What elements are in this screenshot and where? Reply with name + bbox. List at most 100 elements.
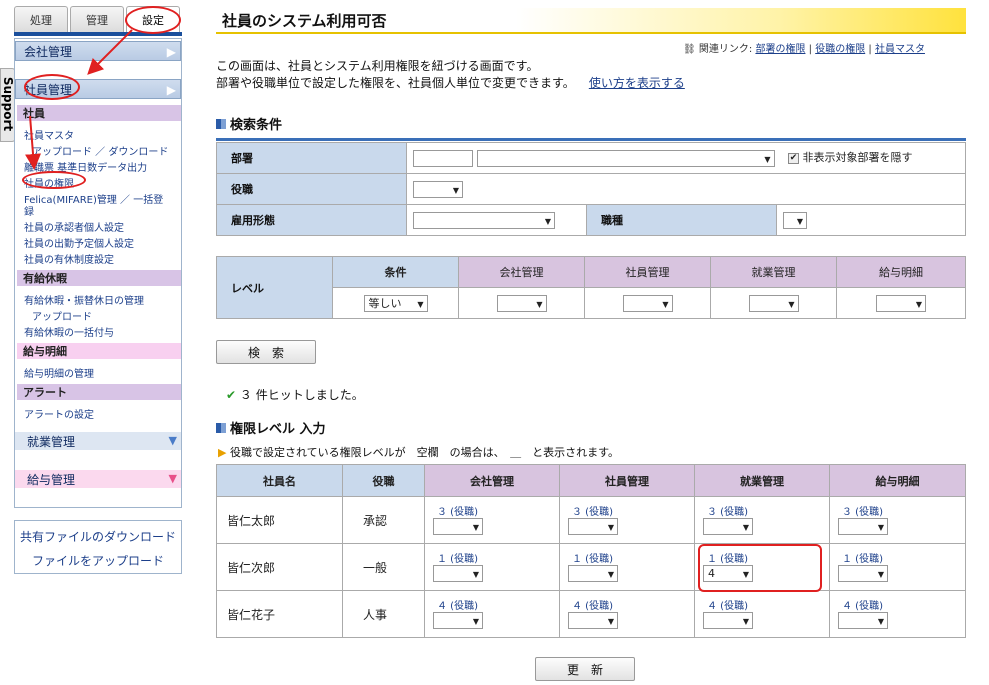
- separator: |: [868, 44, 872, 55]
- default-level: １ (役職): [842, 554, 883, 565]
- result-message: ✔ ３ 件ヒットしました。: [226, 386, 364, 403]
- perm-select[interactable]: [838, 612, 888, 629]
- result-text: ３ 件ヒットしました。: [239, 388, 364, 402]
- link-alert-setting[interactable]: アラートの設定: [24, 406, 94, 421]
- sidebar-work-mgmt[interactable]: 就業管理 ▼: [15, 432, 181, 450]
- employee-name: 皆仁次郎: [216, 543, 343, 591]
- link-attendance-plan[interactable]: 社員の出勤予定個人設定: [24, 235, 134, 250]
- link-leave-mgmt[interactable]: 有給休暇・振替休日の管理: [24, 292, 144, 307]
- section-leave: 有給休暇: [17, 270, 181, 286]
- note-text: 役職で設定されている権限レベルが 空欄 の場合は、 ＿ と表示されます。: [229, 446, 620, 459]
- col-company: 会社管理: [458, 256, 585, 288]
- level-work-select[interactable]: [748, 294, 799, 312]
- level-payslip-select[interactable]: [876, 294, 926, 312]
- description-line: 部署や役職単位で設定した権限を、社員個人単位で変更できます。: [216, 76, 575, 90]
- perm-heading: 権限レベル 入力: [216, 418, 326, 437]
- level-employee-select[interactable]: [622, 294, 673, 312]
- annotation-circle: [24, 74, 80, 100]
- page-title: 社員のシステム利用可否: [222, 12, 387, 30]
- related-employee-master[interactable]: 社員マスタ: [875, 44, 925, 55]
- triangle-down-icon: ▼: [168, 434, 177, 447]
- link-upload-download[interactable]: アップロード ／ ダウンロード: [32, 143, 168, 158]
- header-employee: 社員管理: [559, 464, 695, 497]
- perm-select[interactable]: [568, 518, 618, 535]
- link-leave-grant[interactable]: 有給休暇の一括付与: [24, 324, 114, 339]
- file-download-link[interactable]: 共有ファイルのダウンロード: [15, 528, 181, 545]
- link-approver[interactable]: 社員の承認者個人設定: [24, 219, 124, 234]
- separator: |: [808, 44, 813, 55]
- tab-manage[interactable]: 管理: [70, 6, 124, 32]
- description: この画面は、社員とシステム利用権限を紐づける画面です。 部署や役職単位で設定した…: [216, 58, 685, 92]
- sidebar-salary-mgmt[interactable]: 給与管理 ▼: [15, 470, 181, 488]
- default-level: ４ (役職): [572, 601, 613, 612]
- position-select[interactable]: [413, 180, 463, 198]
- level-company-select[interactable]: [496, 294, 547, 312]
- default-level: ３ (役職): [707, 507, 748, 518]
- link-felica[interactable]: Felica(MIFARE)管理 ／ 一括登: [24, 191, 163, 206]
- perm-select[interactable]: [433, 612, 483, 629]
- link-employee-master[interactable]: 社員マスタ: [24, 127, 74, 142]
- related-dept-permission[interactable]: 部署の権限: [755, 44, 805, 55]
- annotation-rect: [698, 544, 822, 592]
- dept-select[interactable]: [476, 149, 775, 167]
- sidebar-item-label: 会社管理: [24, 44, 73, 59]
- link-chain-icon: ⛓: [683, 44, 696, 55]
- heading-text: 権限レベル 入力: [230, 422, 326, 437]
- section-payslip: 給与明細: [17, 343, 181, 359]
- perm-select[interactable]: [703, 518, 753, 535]
- header-company: 会社管理: [424, 464, 560, 497]
- page-title-bar: 社員のシステム利用可否: [216, 8, 966, 34]
- related-position-permission[interactable]: 役職の権限: [815, 44, 865, 55]
- link-felica-2[interactable]: 録: [24, 203, 34, 218]
- heading-square-icon: [216, 118, 226, 129]
- chevron-right-icon: ▶: [166, 45, 176, 59]
- link-leave-system[interactable]: 社員の有休制度設定: [24, 251, 114, 266]
- col-work: 就業管理: [710, 256, 837, 288]
- default-level: １ (役職): [572, 554, 613, 565]
- table-row: 皆仁次郎 一般 １ (役職) １ (役職) １ (役職)4 １ (役職): [216, 543, 966, 591]
- howto-link[interactable]: 使い方を表示する: [589, 76, 685, 90]
- default-level: ４ (役職): [842, 601, 883, 612]
- perm-select[interactable]: [703, 612, 753, 629]
- perm-note: ▶ 役職で設定されている権限レベルが 空欄 の場合は、 ＿ と表示されます。: [218, 444, 619, 460]
- dept-label: 部署: [216, 142, 407, 174]
- col-employee: 社員管理: [584, 256, 711, 288]
- file-box: 共有ファイルのダウンロード ファイルをアップロード: [14, 520, 182, 574]
- file-upload-link[interactable]: ファイルをアップロード: [15, 552, 181, 569]
- perm-select[interactable]: [433, 565, 483, 582]
- employee-position: 承認: [342, 496, 425, 544]
- heading-text: 検索条件: [230, 118, 283, 133]
- perm-select[interactable]: [433, 518, 483, 535]
- perm-select[interactable]: [568, 565, 618, 582]
- default-level: １ (役職): [437, 554, 478, 565]
- sidebar-item-label: 就業管理: [27, 434, 76, 449]
- dept-code-input[interactable]: [413, 149, 473, 167]
- condition-select[interactable]: 等しい: [363, 294, 428, 312]
- perm-select[interactable]: [838, 518, 888, 535]
- annotation-circle: [125, 6, 181, 34]
- tab-process[interactable]: 処理: [14, 6, 68, 32]
- description-line: この画面は、社員とシステム利用権限を紐づける画面です。: [216, 59, 539, 73]
- header-work: 就業管理: [694, 464, 830, 497]
- jobtype-select[interactable]: [783, 211, 807, 229]
- annotation-circle: [22, 171, 86, 189]
- perm-select[interactable]: [568, 612, 618, 629]
- permission-table: 社員名 役職 会社管理 社員管理 就業管理 給与明細 皆仁太郎 承認 ３ (役職…: [216, 464, 966, 638]
- employment-select[interactable]: [413, 211, 555, 229]
- link-leave-upload[interactable]: アップロード: [32, 308, 92, 323]
- table-row: 皆仁太郎 承認 ３ (役職) ３ (役職) ３ (役職) ３ (役職): [216, 496, 966, 544]
- search-button[interactable]: 検 索: [216, 340, 316, 364]
- hide-dept-checkbox[interactable]: ✔: [788, 152, 799, 164]
- perm-select[interactable]: [838, 565, 888, 582]
- triangle-down-icon: ▼: [168, 472, 177, 485]
- link-payslip-mgmt[interactable]: 給与明細の管理: [24, 365, 94, 380]
- condition-label: 条件: [332, 256, 459, 288]
- chevron-right-icon: ▶: [166, 83, 176, 97]
- sidebar-company-mgmt[interactable]: 会社管理 ▶: [15, 41, 181, 61]
- default-level: ３ (役職): [437, 507, 478, 518]
- search-heading: 検索条件: [216, 114, 282, 133]
- header-payslip: 給与明細: [829, 464, 966, 497]
- col-payslip: 給与明細: [836, 256, 966, 288]
- update-button[interactable]: 更 新: [535, 657, 635, 681]
- employee-position: 人事: [342, 590, 425, 638]
